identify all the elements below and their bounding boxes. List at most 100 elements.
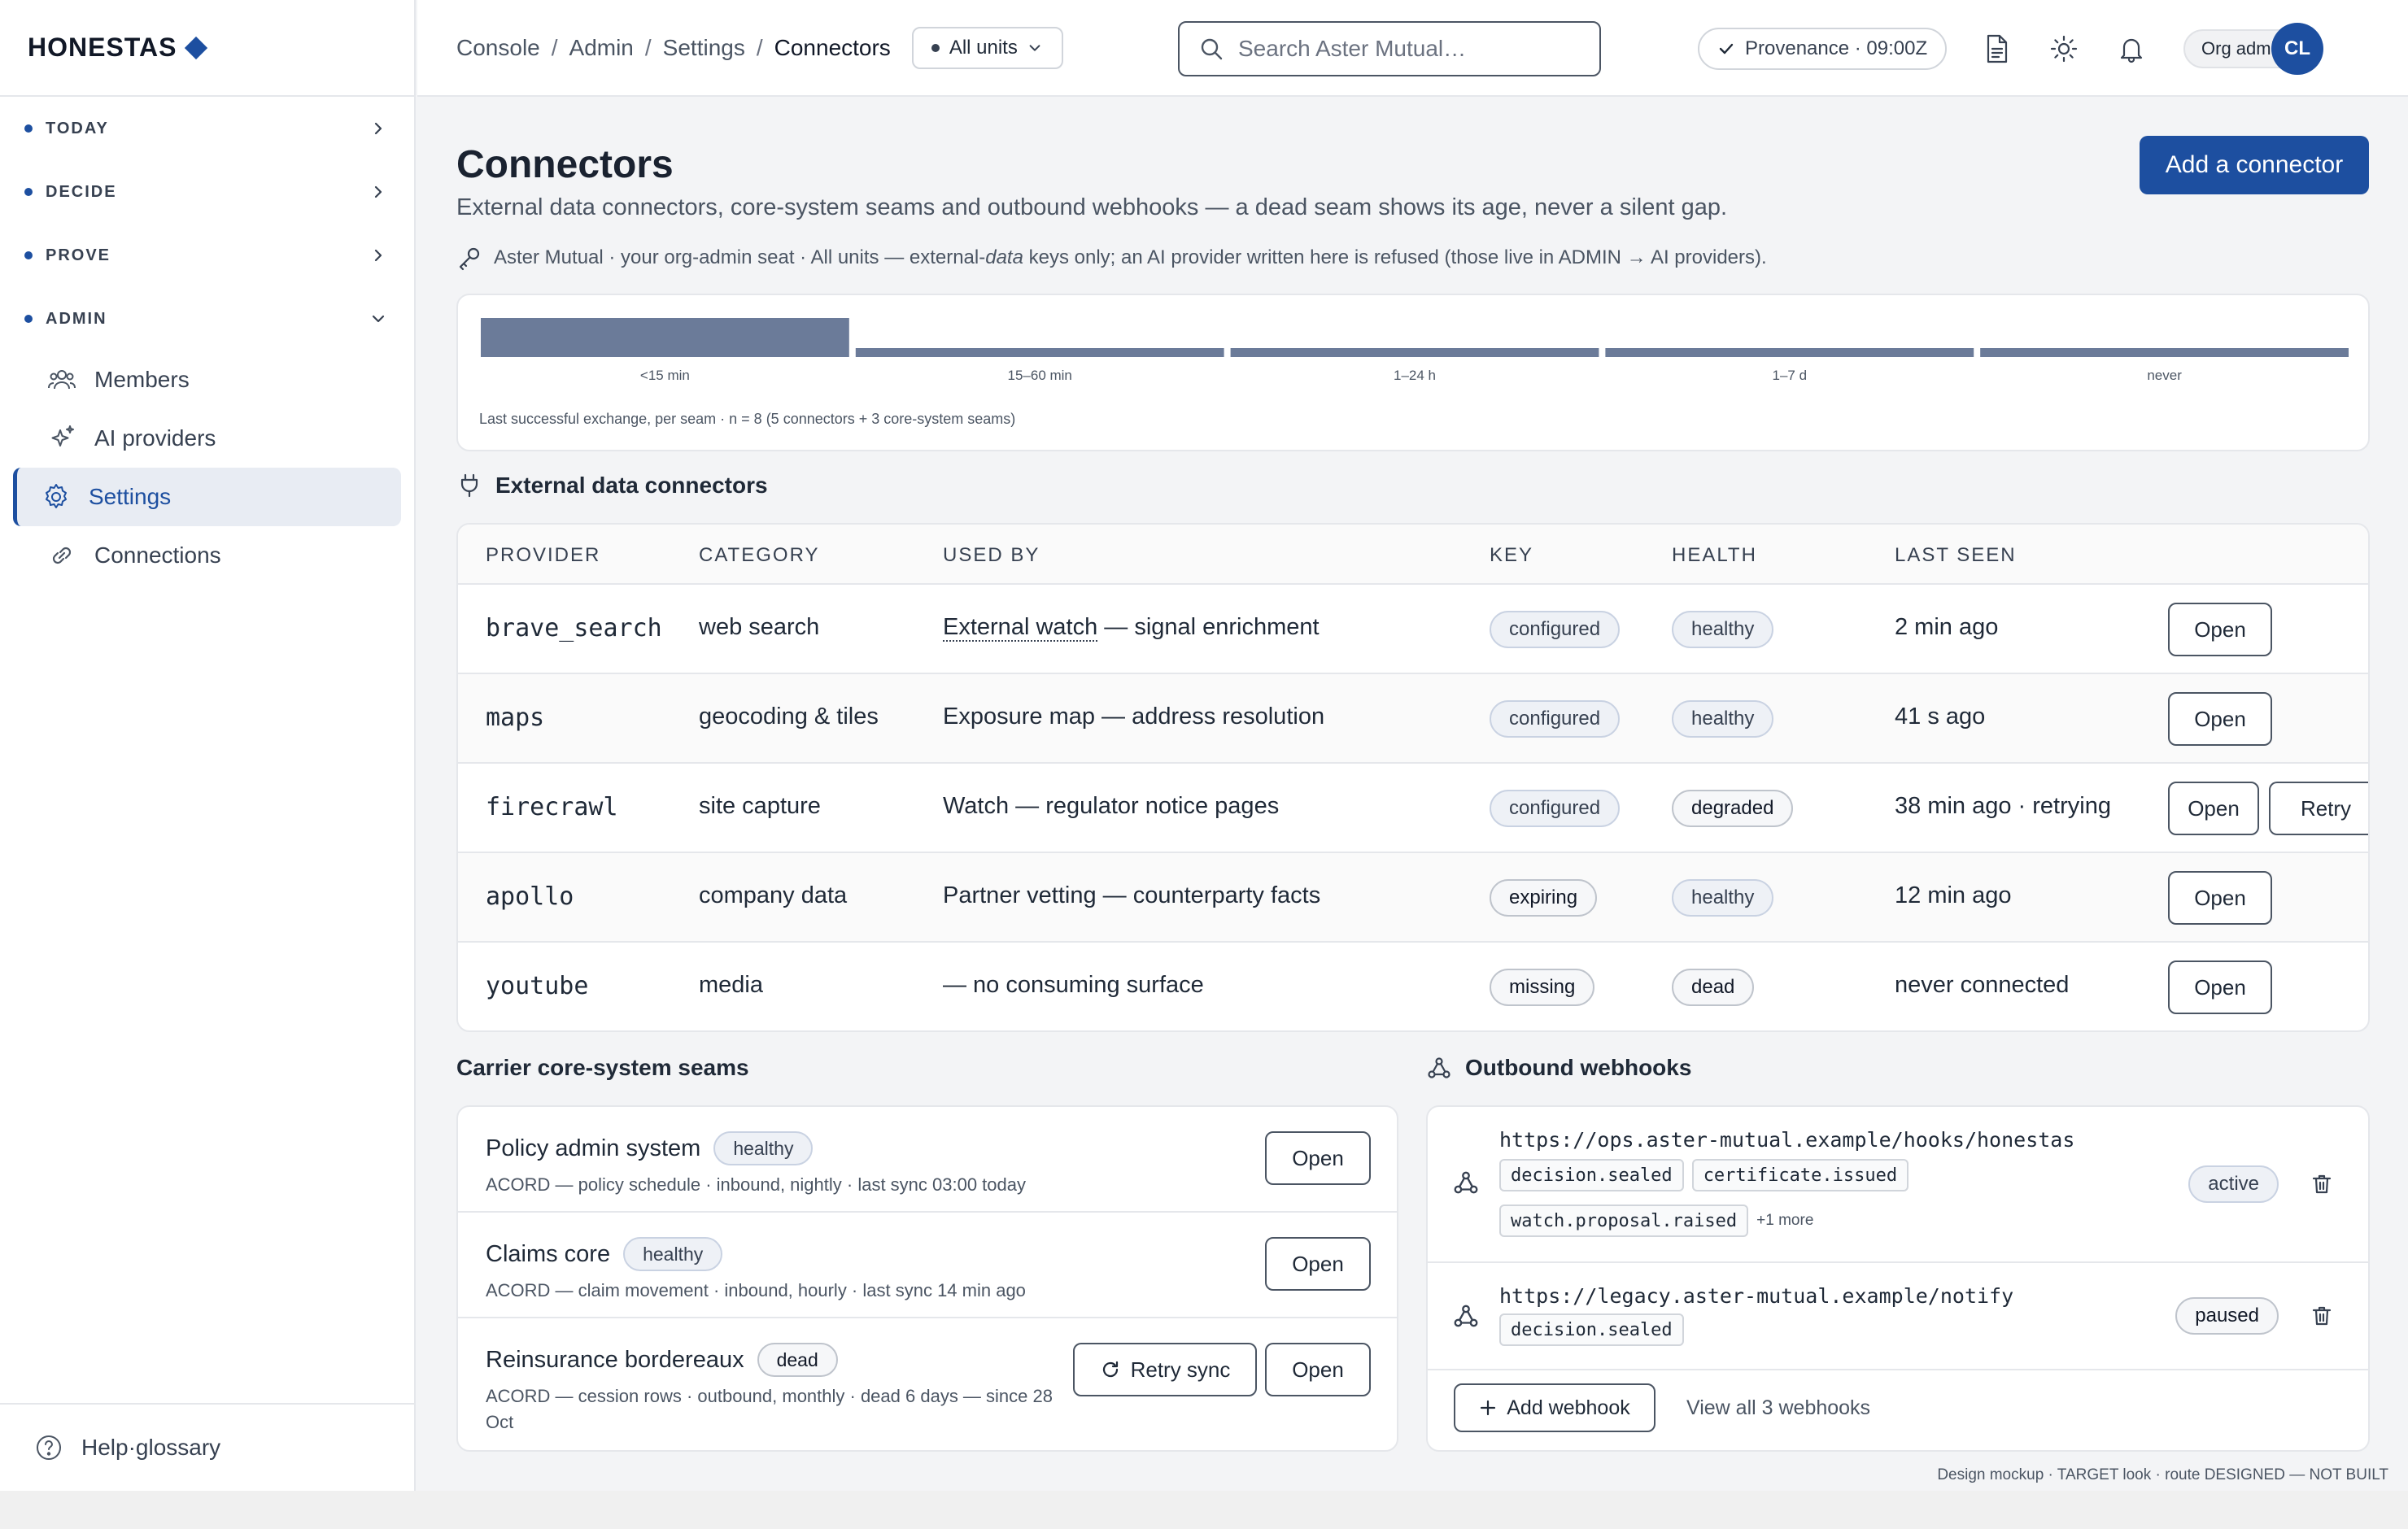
- brand-name: HONESTAS: [28, 33, 177, 62]
- open-connector-button[interactable]: Open: [2168, 603, 2272, 656]
- section-dot-icon: [24, 315, 33, 323]
- sidebar-item-members[interactable]: Members: [13, 351, 401, 409]
- chart-tick-label: 1–7 d: [1773, 368, 1808, 383]
- event-chip: decision.sealed: [1499, 1313, 1684, 1346]
- brand-diamond-icon: [185, 36, 208, 59]
- check-icon: [1719, 43, 1734, 54]
- more-events-link[interactable]: +1 more: [1756, 1212, 1813, 1230]
- column-header-health[interactable]: HEALTH: [1672, 544, 1757, 567]
- category: site capture: [699, 793, 821, 819]
- brand-logo[interactable]: HONESTAS: [0, 0, 414, 97]
- nav-section-decide[interactable]: DECIDE: [0, 160, 414, 224]
- open-connector-button[interactable]: Open: [2168, 782, 2259, 835]
- last-seen: 12 min ago: [1895, 882, 2012, 908]
- unit-selector-value: All units: [949, 36, 1018, 59]
- webhook-icon: [1454, 1305, 1478, 1327]
- column-header-provider[interactable]: PROVIDER: [486, 544, 600, 567]
- retry-connector-button[interactable]: Retry: [2269, 782, 2368, 835]
- breadcrumb-settings[interactable]: Settings: [663, 35, 745, 61]
- sparkle-icon: [51, 425, 74, 447]
- list-item: Policy admin system healthy ACORD — polic…: [458, 1107, 1397, 1213]
- chart-tick-label: 15–60 min: [1008, 368, 1072, 383]
- provenance-badge[interactable]: Provenance · 09:00Z: [1698, 28, 1948, 70]
- used-by: — no consuming surface: [943, 972, 1204, 998]
- key-icon: [459, 247, 480, 271]
- provider-name: youtube: [486, 972, 589, 1000]
- sidebar-item-label: Connections: [94, 542, 221, 568]
- seams-heading: Carrier core-system seams: [456, 1055, 749, 1081]
- retry-sync-button[interactable]: Retry sync: [1073, 1343, 1257, 1396]
- status-badge: healthy: [713, 1131, 814, 1165]
- add-connector-button[interactable]: Add a connector: [2140, 136, 2369, 194]
- seam-detail: ACORD — cession rows · outbound, monthly…: [486, 1386, 1053, 1432]
- help-glossary-link[interactable]: Help·glossary: [0, 1403, 414, 1491]
- avatar[interactable]: CL: [2271, 23, 2323, 75]
- chevron-right-icon: [374, 185, 382, 198]
- open-connector-button[interactable]: Open: [2168, 692, 2272, 746]
- breadcrumb-console[interactable]: Console: [456, 35, 540, 61]
- trash-icon[interactable]: [2310, 1172, 2334, 1196]
- add-webhook-button[interactable]: Add webhook: [1454, 1383, 1656, 1432]
- chevron-down-icon: [1029, 44, 1040, 51]
- section-dot-icon: [24, 124, 33, 133]
- health-status-badge: healthy: [1672, 879, 1774, 917]
- open-connector-button[interactable]: Open: [2168, 871, 2272, 925]
- used-by: Exposure map — address resolution: [943, 704, 1325, 730]
- scope-text-part: keys only; an AI provider written here i…: [1023, 246, 1767, 268]
- last-seen: 2 min ago: [1895, 614, 1999, 640]
- nav-section-admin[interactable]: ADMIN: [0, 287, 414, 351]
- search-input[interactable]: Search Aster Mutual…: [1178, 21, 1601, 76]
- used-by-link[interactable]: External watch: [943, 614, 1098, 642]
- status-badge: healthy: [623, 1237, 723, 1271]
- members-icon: [48, 370, 76, 390]
- webhooks-heading: Outbound webhooks: [1426, 1055, 1691, 1081]
- list-item: Reinsurance bordereaux dead ACORD — cessi…: [458, 1318, 1397, 1450]
- search-icon: [1201, 38, 1223, 60]
- webhook-url[interactable]: https://ops.aster-mutual.example/hooks/h…: [1499, 1128, 2074, 1152]
- health-status-badge: dead: [1672, 969, 1755, 1006]
- freshness-chart-plot: <15 min 15–60 min 1–24 h 1–7 d never: [481, 318, 2349, 383]
- page-base: [0, 1491, 2408, 1529]
- status-badge: active: [2188, 1165, 2279, 1203]
- used-by-text: — signal enrichment: [1097, 614, 1320, 640]
- column-header-last-seen[interactable]: LAST SEEN: [1895, 544, 2017, 567]
- open-seam-button[interactable]: Open: [1265, 1131, 1371, 1185]
- table-row: apollo company data Partner vetting — co…: [458, 853, 2368, 943]
- nav-section-today[interactable]: TODAY: [0, 97, 414, 160]
- main-content: Connectors External data connectors, cor…: [417, 98, 2408, 1491]
- freshness-chart: <15 min 15–60 min 1–24 h 1–7 d never Last su…: [456, 294, 2370, 451]
- sidebar-item-ai-providers[interactable]: AI providers: [13, 409, 401, 468]
- avatar-initials: CL: [2284, 37, 2310, 59]
- page-title: Connectors: [456, 143, 674, 186]
- sidebar-item-settings[interactable]: Settings: [13, 468, 401, 526]
- theme-sun-icon[interactable]: [2048, 33, 2080, 65]
- scope-text: Aster Mutual · your org-admin seat · All…: [494, 246, 1767, 269]
- trash-icon[interactable]: [2310, 1304, 2334, 1328]
- top-bar: Console / Admin / Settings / Connectors …: [417, 0, 2408, 97]
- document-icon[interactable]: [1980, 33, 2013, 65]
- column-header-category[interactable]: CATEGORY: [699, 544, 819, 567]
- open-connector-button[interactable]: Open: [2168, 961, 2272, 1014]
- core-seams-card: Policy admin system healthy ACORD — polic…: [456, 1105, 1398, 1452]
- unit-dot-icon: [931, 43, 940, 52]
- scope-line: Aster Mutual · your org-admin seat · All…: [456, 245, 1767, 271]
- category: web search: [699, 614, 820, 640]
- chart-caption: Last successful exchange, per seam · n =…: [479, 411, 1016, 427]
- event-chip: certificate.issued: [1691, 1159, 1909, 1191]
- chevron-right-icon: [374, 249, 382, 262]
- webhook-url[interactable]: https://legacy.aster-mutual.example/noti…: [1499, 1284, 2013, 1308]
- column-header-used-by[interactable]: USED BY: [943, 544, 1040, 567]
- chart-tick-label: never: [2147, 368, 2182, 383]
- used-by: Partner vetting — counterparty facts: [943, 882, 1321, 908]
- chart-tick-label: 1–24 h: [1394, 368, 1436, 383]
- bell-icon[interactable]: [2115, 33, 2148, 65]
- unit-selector[interactable]: All units: [911, 26, 1063, 69]
- open-seam-button[interactable]: Open: [1265, 1237, 1371, 1291]
- nav-section-prove[interactable]: PROVE: [0, 224, 414, 287]
- sidebar-item-connections[interactable]: Connections: [13, 526, 401, 585]
- column-header-key[interactable]: KEY: [1490, 544, 1533, 567]
- view-all-webhooks-link[interactable]: View all 3 webhooks: [1686, 1396, 1870, 1420]
- health-status-badge: degraded: [1672, 790, 1794, 827]
- open-seam-button[interactable]: Open: [1265, 1343, 1371, 1396]
- breadcrumb-admin[interactable]: Admin: [569, 35, 634, 61]
